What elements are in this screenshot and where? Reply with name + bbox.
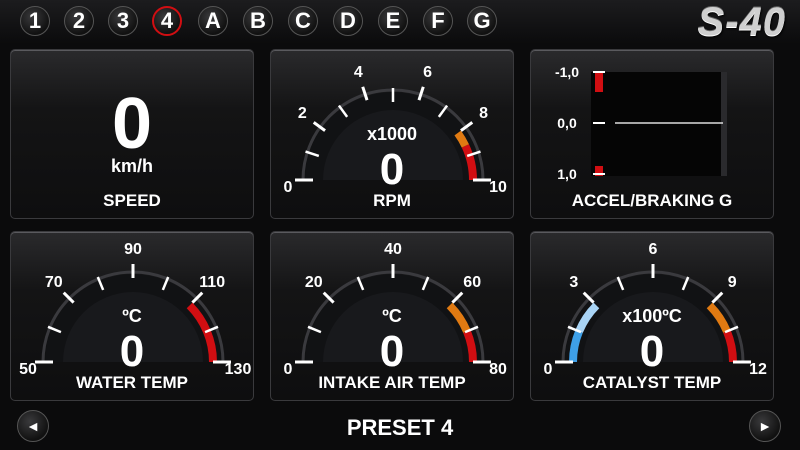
rpm-tick-label: 6 — [423, 64, 433, 82]
preset-button-b[interactable]: B — [243, 6, 273, 36]
arrow-right-icon: ► — [758, 418, 772, 434]
catalyst-temp-label: CATALYST TEMP — [582, 373, 722, 392]
rpm-value: 0 — [379, 145, 405, 194]
catalyst-temp-tick-label: 9 — [727, 273, 737, 291]
water-temp-tick-label: 90 — [124, 241, 142, 258]
intake-temp-label: INTAKE AIR TEMP — [318, 373, 466, 392]
accel-tick-label: 1,0 — [557, 166, 577, 182]
logo: S-40 — [697, 0, 786, 44]
preset-button-c[interactable]: C — [288, 6, 318, 36]
next-preset-button[interactable]: ► — [749, 410, 781, 442]
water-temp-unit: ºC — [122, 306, 142, 326]
catalyst-temp-tick-label: 6 — [648, 241, 658, 258]
intake-temp-tick-label: 40 — [384, 241, 402, 258]
preset-button-d[interactable]: D — [333, 6, 363, 36]
intake-temp-tick-label: 80 — [489, 361, 507, 378]
preset-button-f[interactable]: F — [423, 6, 453, 36]
rpm-tick-label: 4 — [353, 64, 363, 82]
rpm-tick-label: 0 — [283, 179, 293, 196]
intake-temp-tick-label: 0 — [283, 361, 293, 378]
rpm-unit: x1000 — [366, 124, 418, 144]
water-temp-tick-label: 130 — [224, 361, 252, 378]
preset-button-e[interactable]: E — [378, 6, 408, 36]
water-temp-tick-label: 110 — [199, 273, 226, 291]
rpm-label: RPM — [373, 191, 411, 210]
water-temp-tick-label: 50 — [19, 361, 37, 378]
accel-tick-label: -1,0 — [554, 64, 580, 80]
accel-plot-area — [591, 72, 721, 176]
intake-temp-tick-label: 20 — [304, 273, 323, 291]
preset-button-4[interactable]: 4 — [152, 6, 182, 36]
catalyst-temp-value: 0 — [639, 327, 665, 376]
water-temp-value: 0 — [119, 327, 145, 376]
accel-bar-top — [595, 72, 603, 92]
catalyst-temp-tick-label: 0 — [543, 361, 553, 378]
preset-button-3[interactable]: 3 — [108, 6, 138, 36]
preset-button-2[interactable]: 2 — [64, 6, 94, 36]
accel-plot-edge — [721, 72, 727, 176]
intake-temp-panel[interactable]: ºC 0 INTAKE AIR TEMP 0 20 40 60 80 — [270, 231, 514, 401]
catalyst-temp-tick-label: 3 — [569, 273, 579, 291]
preset-title: PRESET 4 — [346, 415, 454, 440]
rpm-panel[interactable]: x1000 0 RPM 0 2 4 6 8 10 — [270, 49, 514, 219]
water-temp-tick-label: 70 — [44, 273, 63, 291]
water-temp-label: WATER TEMP — [75, 373, 189, 392]
speed-label: SPEED — [103, 191, 161, 210]
accel-panel[interactable]: -1,0 0,0 1,0 ACCEL/BRAKING G — [530, 49, 774, 219]
rpm-tick-label: 10 — [489, 179, 507, 196]
speed-value: 0 — [111, 84, 153, 164]
intake-temp-value: 0 — [379, 327, 405, 376]
accel-tick-label: 0,0 — [557, 115, 577, 131]
accel-label: ACCEL/BRAKING G — [571, 191, 733, 210]
preset-button-a[interactable]: A — [198, 6, 228, 36]
speed-panel[interactable]: 0 km/h SPEED — [10, 49, 254, 219]
top-bar: 1234ABCDEFG S-40 — [0, 0, 800, 44]
rpm-tick-label: 8 — [479, 105, 489, 123]
speed-unit: km/h — [110, 156, 153, 176]
intake-temp-tick-label: 60 — [463, 273, 482, 291]
catalyst-temp-panel[interactable]: x100ºC 0 CATALYST TEMP 0 3 6 9 12 — [530, 231, 774, 401]
water-temp-panel[interactable]: ºC 0 WATER TEMP 50 70 90 110 130 — [10, 231, 254, 401]
preset-button-1[interactable]: 1 — [20, 6, 50, 36]
catalyst-temp-unit: x100ºC — [622, 306, 682, 326]
intake-temp-unit: ºC — [382, 306, 402, 326]
catalyst-temp-tick-label: 12 — [749, 361, 767, 378]
rpm-tick-label: 2 — [297, 105, 307, 123]
preset-button-g[interactable]: G — [467, 6, 497, 36]
